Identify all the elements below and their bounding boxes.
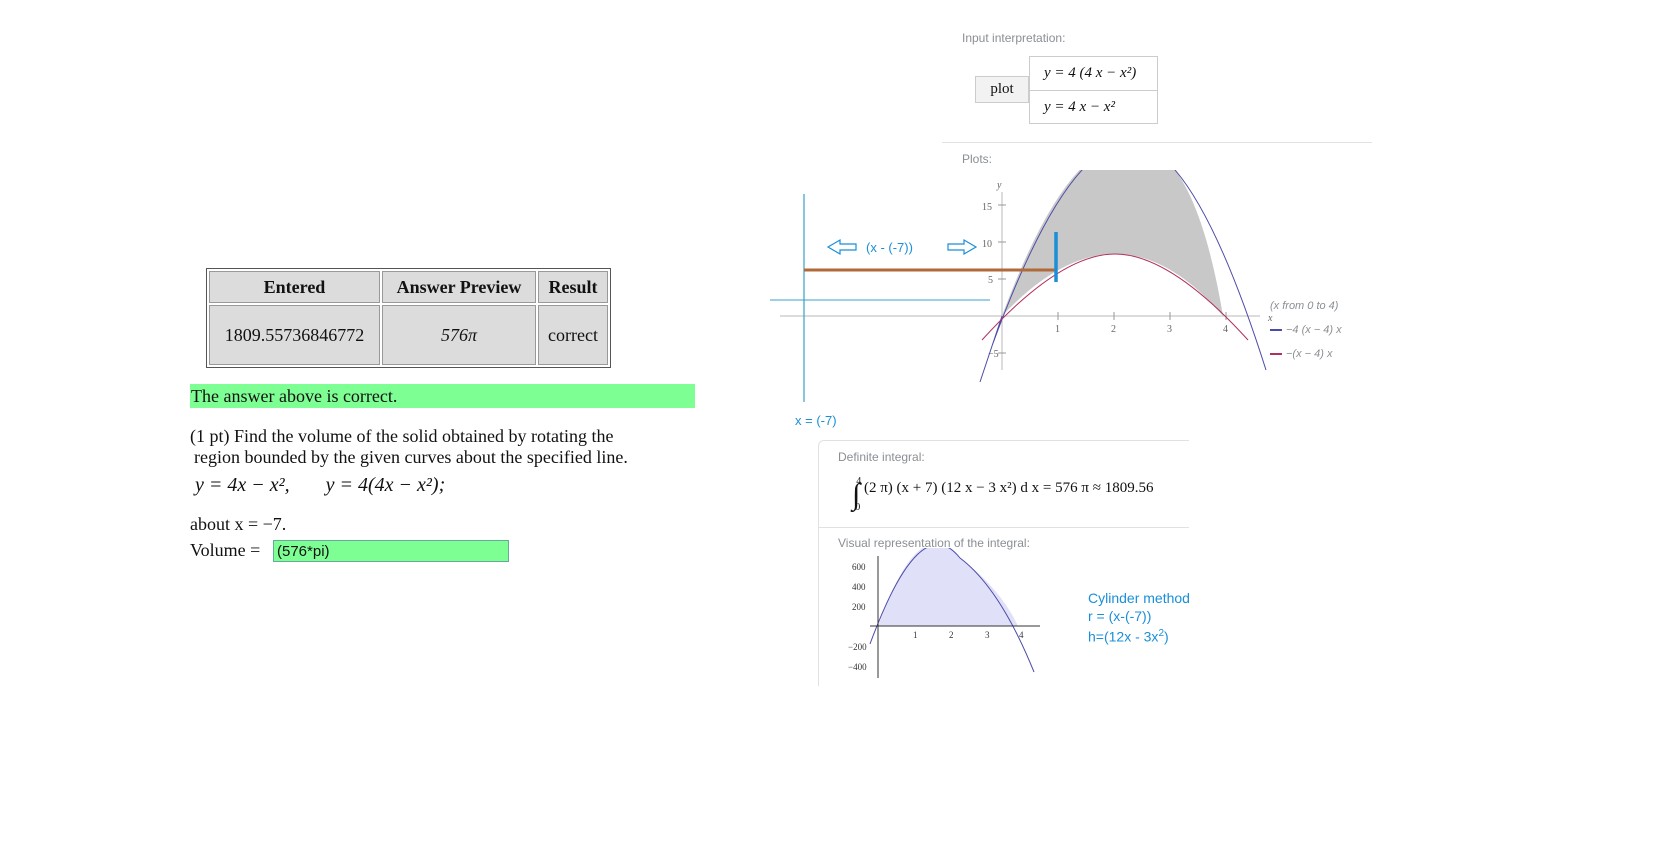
pod-left-rule (818, 526, 819, 686)
legend-item-1: −4 (x − 4) x (1270, 324, 1342, 336)
result-value: correct (538, 305, 608, 365)
cylinder-height: h=(12x - 3x2) (1088, 625, 1190, 646)
problem-statement: (1 pt) Find the volume of the solid obta… (190, 426, 710, 468)
entered-value: 1809.55736846772 (209, 305, 380, 365)
integral-body: (2 π) (x + 7) (12 x − 3 x²) d x = 576 π … (863, 480, 1154, 497)
volume-label: Volume = (190, 540, 261, 560)
answer-preview-value: 576π (382, 305, 536, 365)
rotation-axis-text: about x = −7. (190, 514, 287, 534)
vy-tick-neg200: −200 (848, 642, 867, 652)
interp-function-1: y = 4 (4 x − x²) (1044, 65, 1137, 81)
correct-banner: The answer above is correct. (190, 384, 695, 408)
result-row: 1809.55736846772 576π correct (209, 305, 608, 365)
legend-item-2: −(x − 4) x (1270, 348, 1332, 360)
integral-lower-limit: 0 (855, 502, 861, 514)
header-entered: Entered (209, 271, 380, 303)
integral-upper-limit: 4 (856, 476, 862, 488)
input-interpretation-title: Input interpretation: (962, 31, 1066, 45)
equation-1: y = 4x − x², (195, 474, 290, 496)
x-tick-3: 3 (1167, 324, 1172, 335)
definite-integral-title: Definite integral: (838, 450, 925, 464)
plots-title: Plots: (962, 152, 993, 166)
problem-line-2: region bounded by the given curves about… (194, 447, 628, 467)
vx-tick-4: 4 (1019, 630, 1024, 640)
header-answer-preview: Answer Preview (382, 271, 536, 303)
right-arrow-icon (947, 238, 978, 256)
integral-area (878, 548, 1018, 626)
problem-equations: y = 4x − x², y = 4(4x − x²); (195, 474, 445, 497)
vx-tick-2: 2 (949, 630, 954, 640)
volume-input[interactable] (273, 540, 509, 562)
y-tick-10: 10 (982, 239, 992, 250)
cylinder-title: Cylinder method (1088, 590, 1190, 606)
vx-tick-3: 3 (985, 630, 990, 640)
interpretation-functions: y = 4 (4 x − x²) y = 4 x − x² (1029, 56, 1158, 124)
y-tick-15: 15 (982, 202, 992, 213)
vy-tick-400: 400 (852, 582, 866, 592)
result-table: Entered Answer Preview Result 1809.55736… (206, 268, 611, 368)
cylinder-height-end: ) (1164, 628, 1169, 645)
vy-tick-neg400: −400 (848, 662, 867, 672)
plot-label-cell: plot (975, 76, 1029, 103)
header-result: Result (538, 271, 608, 303)
cylinder-radius: r = (x-(-7)) (1088, 608, 1152, 624)
cylinder-method-note: Cylinder method r = (x-(-7)) h=(12x - 3x… (1088, 589, 1190, 646)
vy-tick-600: 600 (852, 562, 866, 572)
legend-label-2: −(x − 4) x (1286, 348, 1333, 360)
problem-line-1: (1 pt) Find the volume of the solid obta… (190, 426, 614, 446)
y-tick-5: 5 (988, 275, 993, 286)
radius-annotation: (x - (-7)) (866, 240, 913, 255)
equation-2: y = 4(4x − x²); (325, 474, 446, 496)
legend-swatch-purple (1270, 329, 1282, 332)
x-tick-4: 4 (1223, 324, 1228, 335)
axis-line-label: x = (-7) (795, 413, 837, 428)
x-tick-1: 1 (1055, 324, 1060, 335)
legend-range: (x from 0 to 4) (1270, 300, 1339, 312)
axis-x-label: x (1267, 313, 1273, 324)
x-tick-2: 2 (1111, 324, 1116, 335)
interp-function-2: y = 4 x − x² (1030, 90, 1157, 124)
legend-label-1: −4 (x − 4) x (1286, 324, 1342, 336)
integral-expression: ∫40 (2 π) (x + 7) (12 x − 3 x²) d x = 57… (852, 476, 1154, 514)
pod-divider (942, 142, 1372, 143)
vy-tick-200: 200 (852, 602, 866, 612)
integral-visual-plot: 600 400 200 −200 −400 1 2 3 4 (848, 548, 1040, 678)
axis-y-label: y (996, 180, 1002, 191)
cylinder-height-main: h=(12x - 3x (1088, 628, 1159, 645)
result-header-row: Entered Answer Preview Result (209, 271, 608, 303)
legend-swatch-pink (1270, 353, 1282, 356)
vx-tick-1: 1 (913, 630, 918, 640)
left-arrow-icon (826, 238, 857, 256)
